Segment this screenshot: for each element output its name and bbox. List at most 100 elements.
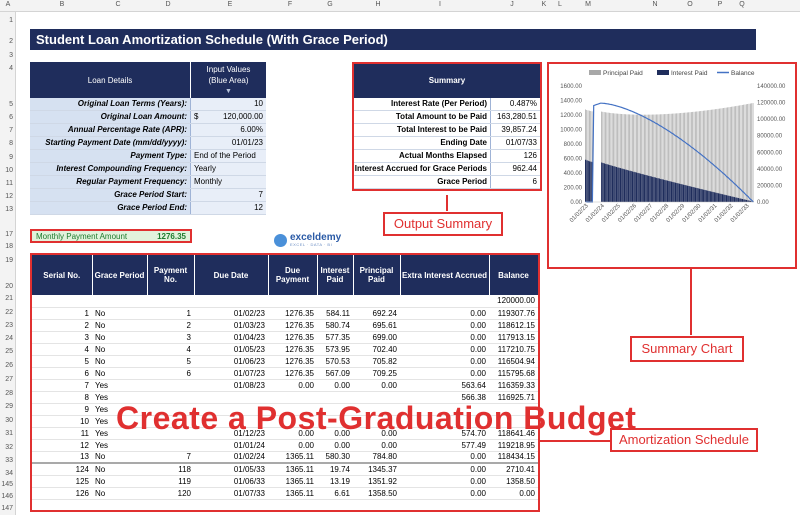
table-cell: Yes bbox=[92, 379, 147, 392]
table-cell: 692.24 bbox=[353, 307, 400, 320]
principal-bar bbox=[631, 114, 633, 172]
summary-value: 0.487% bbox=[490, 98, 540, 110]
principal-bar bbox=[705, 110, 707, 191]
table-cell: No bbox=[92, 367, 147, 380]
interest-bar bbox=[745, 199, 748, 202]
principal-bar bbox=[711, 109, 712, 192]
column-letter: H bbox=[375, 1, 381, 8]
table-cell bbox=[353, 295, 400, 308]
loan-detail-value[interactable]: Yearly bbox=[190, 163, 266, 175]
table-header: Due Payment bbox=[268, 255, 318, 295]
interest-bar bbox=[585, 159, 587, 202]
row-number: 18 bbox=[5, 243, 13, 250]
principal-bar bbox=[672, 113, 673, 182]
table-cell: 01/07/23 bbox=[194, 367, 268, 380]
principal-bar bbox=[603, 112, 605, 164]
principal-bar bbox=[745, 104, 747, 200]
interest-bar bbox=[724, 194, 726, 202]
input-values-label: Input Values bbox=[206, 65, 251, 74]
principal-bar bbox=[670, 113, 672, 182]
loan-detail-value[interactable]: End of the Period bbox=[190, 150, 266, 162]
interest-bar bbox=[662, 179, 665, 202]
table-cell: 5 bbox=[32, 355, 92, 368]
interest-bar bbox=[711, 191, 713, 202]
interest-bar bbox=[654, 177, 656, 202]
principal-bar bbox=[725, 107, 727, 196]
principal-bar bbox=[690, 112, 692, 187]
table-cell: 6.61 bbox=[317, 487, 353, 500]
principal-bar bbox=[732, 106, 734, 197]
loan-detail-value[interactable]: 12 bbox=[190, 202, 266, 214]
interest-bar bbox=[699, 188, 701, 202]
interest-bar bbox=[688, 185, 690, 202]
table-cell: 0.00 bbox=[400, 343, 489, 356]
principal-bar bbox=[727, 107, 728, 196]
principal-bar bbox=[633, 114, 635, 172]
amortization-connector bbox=[540, 440, 610, 442]
interest-bar bbox=[744, 199, 746, 202]
interest-bar bbox=[646, 175, 648, 202]
summary-row: Ending Date 01/07/33 bbox=[354, 137, 540, 150]
interest-bar bbox=[605, 163, 607, 202]
loan-detail-value[interactable]: 10 bbox=[190, 98, 266, 110]
interest-bar bbox=[665, 180, 667, 202]
table-cell bbox=[194, 295, 268, 308]
currency-symbol: $ bbox=[194, 112, 199, 121]
table-header: Principal Paid bbox=[353, 255, 401, 295]
monthly-payment-value: 1276.35 bbox=[157, 232, 186, 241]
table-cell: 118612.15 bbox=[489, 319, 538, 332]
row-number: 31 bbox=[5, 430, 13, 437]
interest-bar bbox=[739, 198, 741, 202]
loan-detail-label: Original Loan Amount: bbox=[30, 111, 190, 123]
principal-bar bbox=[586, 109, 588, 161]
table-cell: 0.00 bbox=[400, 475, 489, 488]
table-row: 13 No 7 01/02/24 1365.11 580.30 784.80 0.00 1184… bbox=[32, 451, 538, 464]
loan-details-panel: Loan Details Input Values (Blue Area) ▼ … bbox=[30, 62, 266, 215]
principal-bar bbox=[719, 108, 720, 194]
principal-bar bbox=[654, 114, 656, 178]
interest-bar bbox=[656, 177, 658, 202]
interest-bar bbox=[653, 177, 655, 202]
column-letter: G bbox=[327, 1, 333, 8]
loan-detail-row: Regular Payment Frequency: Monthly bbox=[30, 176, 266, 189]
interest-bar bbox=[658, 178, 660, 202]
table-cell: 570.53 bbox=[317, 355, 353, 368]
summary-chart-callout: Summary Chart bbox=[630, 336, 744, 362]
summary-header: Summary bbox=[354, 64, 540, 98]
interest-bar bbox=[587, 160, 589, 202]
table-cell: 567.09 bbox=[317, 367, 353, 380]
interest-bar bbox=[672, 181, 674, 202]
y-right-tick-label: 80000.00 bbox=[757, 134, 783, 140]
loan-detail-row: Annual Percentage Rate (APR): 6.00% bbox=[30, 124, 266, 137]
summary-label: Interest Accrued for Grace Periods bbox=[354, 164, 487, 173]
interest-bar bbox=[678, 183, 681, 202]
loan-detail-label: Grace Period Start: bbox=[30, 189, 190, 201]
loan-detail-value[interactable]: 6.00% bbox=[190, 124, 266, 136]
table-cell: 01/08/23 bbox=[194, 379, 268, 392]
summary-label: Interest Rate (Per Period) bbox=[390, 99, 487, 108]
loan-detail-label: Grace Period End: bbox=[30, 202, 190, 214]
loan-detail-value[interactable]: 01/01/23 bbox=[190, 137, 266, 149]
table-cell: 12 bbox=[32, 439, 92, 452]
y-left-tick-label: 400.00 bbox=[564, 171, 583, 177]
table-cell: 01/03/23 bbox=[194, 319, 268, 332]
table-cell: 13.19 bbox=[317, 475, 353, 488]
loan-detail-value[interactable]: $120,000.00 bbox=[190, 111, 266, 123]
row-number: 30 bbox=[5, 417, 13, 424]
interest-bar bbox=[622, 168, 624, 202]
table-cell: 126 bbox=[32, 487, 92, 500]
column-letter: K bbox=[541, 1, 547, 8]
loan-detail-value[interactable]: Monthly bbox=[190, 176, 266, 188]
interest-bar bbox=[657, 178, 659, 202]
y-left-tick-label: 1000.00 bbox=[560, 128, 582, 134]
interest-bar bbox=[737, 198, 740, 202]
loan-detail-value[interactable]: 7 bbox=[190, 189, 266, 201]
interest-bar bbox=[637, 172, 639, 202]
interest-bar bbox=[644, 174, 646, 202]
interest-bar bbox=[677, 183, 679, 202]
principal-bar bbox=[602, 111, 604, 163]
summary-chart: Principal Paid Interest Paid Balance 0.00 20… bbox=[547, 62, 797, 269]
y-right-tick-label: 40000.00 bbox=[757, 167, 783, 173]
table-cell: 1351.92 bbox=[353, 475, 400, 488]
interest-bar bbox=[704, 189, 706, 202]
